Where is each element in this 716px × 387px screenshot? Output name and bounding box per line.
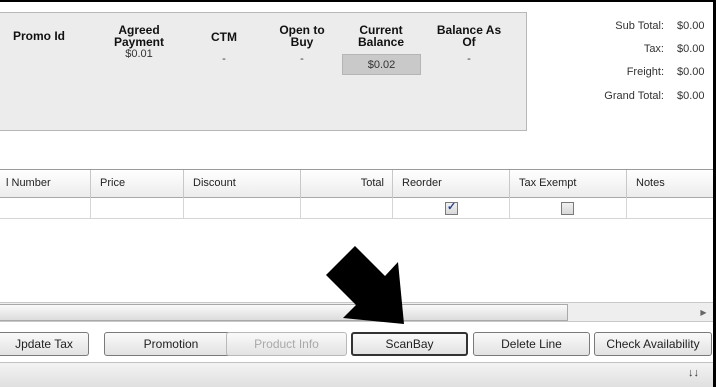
delete-line-button[interactable]: Delete Line [473, 332, 590, 356]
check-availability-button[interactable]: Check Availability [594, 332, 712, 356]
scroll-right-arrow-icon[interactable]: ▶ [695, 304, 712, 321]
current-balance-header-line2: Balance [357, 35, 405, 49]
subtotal-label: Sub Total: [615, 20, 664, 32]
column-header-notes[interactable]: Notes [627, 170, 713, 198]
column-header-item-number[interactable]: l Number [0, 170, 91, 198]
agreed-payment-header-line2: Payment [113, 35, 165, 49]
double-chevron-down-icon[interactable]: ↓↓ [688, 367, 699, 379]
update-tax-button[interactable]: Jpdate Tax [0, 332, 89, 356]
subtotal-value: $0.00 [677, 20, 705, 32]
current-balance-header: Current Balance [340, 24, 422, 48]
grid-header-row: l Number Price Discount Total Reorder Ta… [0, 170, 713, 198]
reorder-checkbox[interactable]: ✓ [445, 201, 458, 215]
current-balance-value: $0.02 [367, 59, 396, 71]
cell-total[interactable] [301, 198, 393, 219]
balance-as-of-header-line2: Of [462, 35, 476, 49]
tax-label: Tax: [643, 43, 664, 55]
grand-total-value: $0.00 [677, 90, 705, 102]
open-to-buy-value: - [300, 53, 304, 65]
column-header-price[interactable]: Price [91, 170, 184, 198]
cell-item-number[interactable] [0, 198, 91, 219]
scrollbar-thumb[interactable] [0, 304, 568, 321]
ctm-value: - [222, 53, 226, 65]
agreed-payment-value: $0.01 [125, 48, 153, 60]
order-lines-grid[interactable]: l Number Price Discount Total Reorder Ta… [0, 169, 713, 324]
promo-id-header: Promo Id [13, 29, 66, 43]
table-row[interactable]: ✓ [0, 198, 713, 219]
open-to-buy-header: Open to Buy [266, 24, 338, 48]
freight-value: $0.00 [677, 66, 705, 78]
order-entry-window: Promo Id Agreed Payment $0.01 CTM - Open… [0, 0, 716, 387]
column-header-discount[interactable]: Discount [184, 170, 301, 198]
open-to-buy-header-line2: Buy [290, 35, 314, 49]
promotion-button[interactable]: Promotion [104, 332, 238, 356]
cell-price[interactable] [91, 198, 184, 219]
column-header-reorder[interactable]: Reorder [393, 170, 510, 198]
checkmark-icon: ✓ [447, 201, 457, 213]
tax-exempt-checkbox[interactable] [561, 202, 574, 215]
balance-as-of-header: Balance As Of [424, 24, 514, 48]
cell-notes[interactable] [627, 198, 713, 219]
column-header-tax-exempt[interactable]: Tax Exempt [510, 170, 627, 198]
bottom-panel-bar: ↓↓ [0, 362, 713, 387]
product-info-button[interactable]: Product Info [226, 332, 347, 356]
horizontal-scrollbar[interactable]: ▶ [0, 302, 713, 322]
column-header-total[interactable]: Total [301, 170, 393, 198]
tax-value: $0.00 [677, 43, 705, 55]
scanbay-button[interactable]: ScanBay [351, 332, 468, 356]
ctm-header: CTM [211, 30, 237, 44]
promo-summary-panel: Promo Id Agreed Payment $0.01 CTM - Open… [0, 12, 527, 131]
cell-tax-exempt [510, 198, 627, 219]
grand-total-label: Grand Total: [604, 90, 664, 102]
balance-as-of-value: - [467, 53, 471, 65]
cell-discount[interactable] [184, 198, 301, 219]
cell-reorder: ✓ [393, 198, 510, 219]
agreed-payment-header: Agreed Payment [98, 24, 180, 48]
freight-label: Freight: [626, 66, 664, 78]
